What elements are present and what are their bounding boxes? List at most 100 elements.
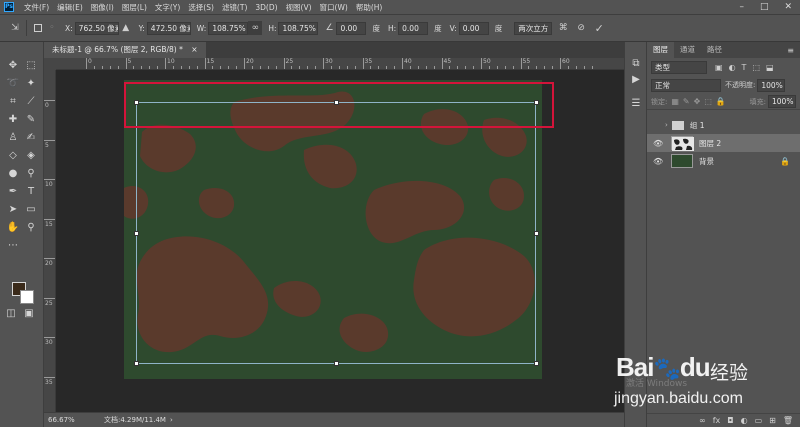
hand-tool-icon[interactable]: ✋ [6,220,20,234]
tab-paths[interactable]: 路径 [701,42,728,58]
actions-play-icon[interactable]: ▶ [629,72,643,86]
y-position-field[interactable]: 472.50 像素 [146,21,191,35]
screen-mode-icon[interactable]: ▣ [22,306,36,320]
vertical-ruler[interactable]: 0510152025303540 [44,70,56,412]
layer-row-background[interactable]: 👁 背景 🔒 [647,152,800,170]
cancel-transform-icon[interactable]: ⊘ [574,21,588,35]
transform-tool-icon[interactable]: ⇲ [8,21,22,35]
v-skew-field[interactable]: 0.00 [458,21,489,35]
zoom-tool-icon[interactable]: ⚲ [24,220,38,234]
text-tool-icon[interactable]: T [24,184,38,198]
blend-mode-dropdown[interactable]: 正常 [651,78,721,92]
transform-handle-left[interactable] [134,231,139,236]
menu-view[interactable]: 视图(V) [282,2,316,13]
filter-shape-icon[interactable]: ⬚ [752,63,760,72]
height-field[interactable]: 108.75% [278,21,319,35]
filter-adjust-icon[interactable]: ◐ [729,63,736,72]
pen-tool-icon[interactable]: ✒ [6,184,20,198]
transform-handle-bottom-right[interactable] [534,361,539,366]
menu-edit[interactable]: 编辑(E) [53,2,87,13]
transform-handle-bottom[interactable] [334,361,339,366]
layer-row-selected[interactable]: 👁 图层 2 [647,134,800,152]
opacity-field[interactable]: 100% [757,78,786,92]
brush-tool-icon[interactable]: ✎ [24,112,38,126]
menu-3d[interactable]: 3D(D) [251,3,281,12]
menu-file[interactable]: 文件(F) [20,2,53,13]
tab-layers[interactable]: 图层 [647,42,674,58]
layer-thumbnail [671,154,693,168]
interpolation-dropdown[interactable]: 两次立方 [514,21,553,35]
blend-row: 正常 不透明度: 100% [647,76,800,94]
filter-type-icon[interactable]: T [742,63,747,72]
menu-filter[interactable]: 滤镜(T) [218,2,251,13]
crop-tool-icon[interactable]: ⌗ [6,94,20,108]
menu-help[interactable]: 帮助(H) [352,2,387,13]
triangle-icon[interactable]: ▲ [119,21,133,35]
status-menu-icon[interactable]: › [170,416,173,424]
lock-pixels-icon[interactable]: ▦ [671,97,679,106]
menu-type[interactable]: 文字(Y) [151,2,184,13]
properties-icon[interactable]: ☰ [629,96,643,110]
close-tab-icon[interactable]: × [191,45,197,54]
healing-brush-icon[interactable]: ✚ [6,112,20,126]
relative-position-icon[interactable]: ◦ [45,21,59,35]
ruler-corner[interactable] [44,58,56,70]
expand-chevron-icon[interactable]: › [665,121,668,129]
magic-wand-icon[interactable]: ✦ [24,76,38,90]
paint-bucket-icon[interactable]: ◈ [24,148,38,162]
layer-row-group[interactable]: › 组 1 [647,116,800,134]
minimize-button[interactable]: – [739,2,744,12]
reference-point-icon[interactable] [31,21,45,35]
menu-layer[interactable]: 图层(L) [118,2,151,13]
warp-icon[interactable]: ⌘ [556,21,570,35]
history-icon[interactable]: ⧉ [629,56,643,70]
close-button[interactable]: ✕ [784,2,792,12]
path-selection-icon[interactable]: ➤ [6,202,20,216]
zoom-level[interactable]: 66.67% [44,416,86,424]
horizontal-ruler[interactable]: 0 5 10 15 20 25 30 35 40 45 50 55 60 [56,58,624,70]
width-field[interactable]: 108.75% [208,21,249,35]
tab-channels[interactable]: 通道 [674,42,701,58]
rectangle-tool-icon[interactable]: ▭ [24,202,38,216]
lock-position-icon[interactable]: ✥ [694,97,701,106]
lock-all-icon[interactable]: 🔒 [716,97,726,106]
dodge-tool-icon[interactable]: ⚲ [24,166,38,180]
ruler-tick [244,58,245,69]
eyedropper-icon[interactable]: ⟋ [24,94,38,108]
maximize-button[interactable]: □ [760,2,769,12]
commit-transform-icon[interactable]: ✓ [592,21,606,35]
marquee-tool-icon[interactable]: ⬚ [24,58,38,72]
fill-field[interactable]: 100% [768,95,796,108]
eye-icon[interactable]: 👁 [653,139,665,148]
width-label: W: [196,23,207,33]
eye-icon[interactable]: 👁 [653,157,665,166]
clone-stamp-icon[interactable]: ♙ [6,130,20,144]
link-icon[interactable]: ∞ [248,21,263,35]
lock-paint-icon[interactable]: ✎ [683,97,690,106]
move-tool-icon[interactable]: ✥ [6,58,20,72]
background-color-swatch[interactable] [20,290,34,304]
h-skew-field[interactable]: 0.00 [398,21,429,35]
angle-field[interactable]: 0.00 [336,21,367,35]
transform-handle-bottom-left[interactable] [134,361,139,366]
panel-menu-icon[interactable]: ≡ [787,46,800,55]
menu-select[interactable]: 选择(S) [184,2,218,13]
menu-image[interactable]: 图像(I) [87,2,118,13]
ruler-label: 15 [206,58,215,65]
canvas-workspace[interactable] [56,70,624,412]
eraser-icon[interactable]: ◇ [6,148,20,162]
transform-bounding-box[interactable] [134,100,539,366]
layer-filter-dropdown[interactable]: 类型 [651,60,707,74]
filter-smart-icon[interactable]: ⬓ [766,63,774,72]
history-brush-icon[interactable]: ✍ [24,130,38,144]
lock-artboard-icon[interactable]: ⬚ [704,97,712,106]
transform-handle-right[interactable] [534,231,539,236]
filter-pixel-icon[interactable]: ▣ [715,63,723,72]
more-tools-icon[interactable]: ⋯ [6,238,20,252]
quick-mask-icon[interactable]: ◫ [4,306,18,320]
blur-tool-icon[interactable]: ● [6,166,20,180]
document-tab[interactable]: 未标题-1 @ 66.7% (图层 2, RGB/8) * × [44,42,206,58]
lasso-tool-icon[interactable]: ➰ [6,76,20,90]
x-position-field[interactable]: 762.50 像素 [74,21,119,35]
menu-window[interactable]: 窗口(W) [316,2,352,13]
